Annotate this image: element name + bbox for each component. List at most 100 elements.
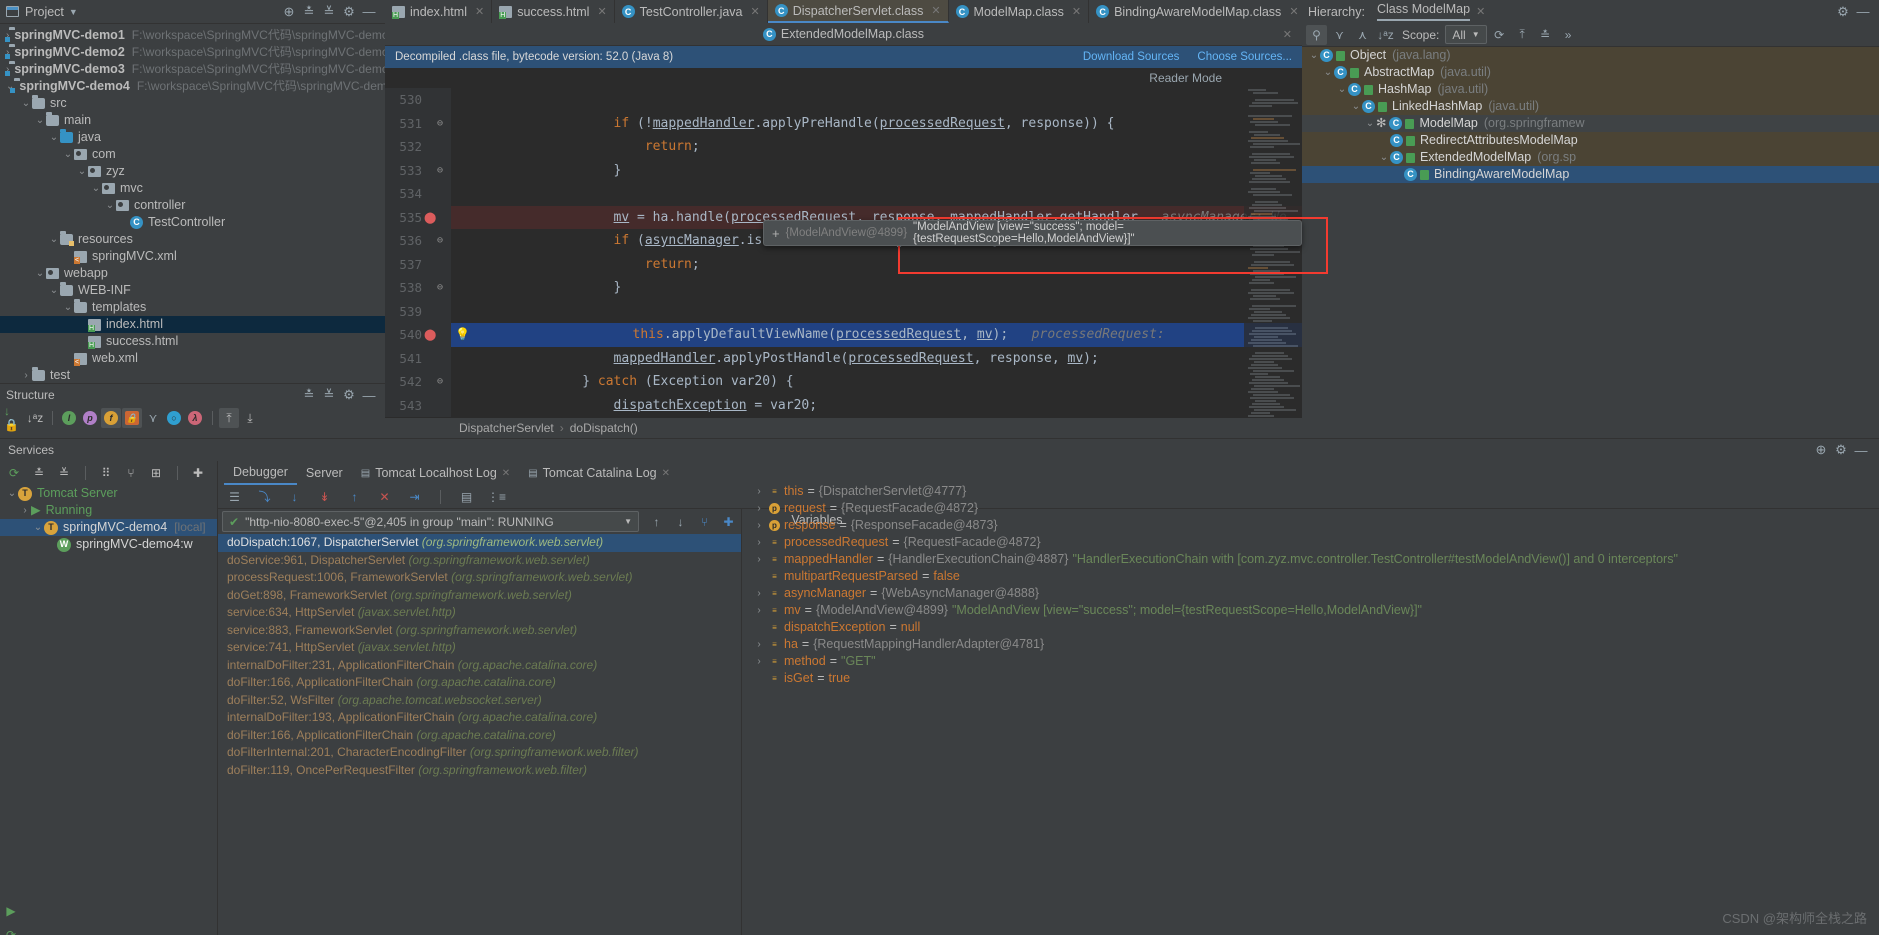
chevron-icon[interactable]: ⌄ — [6, 485, 18, 502]
hide-icon[interactable]: — — [1851, 443, 1871, 458]
show-non-public-icon[interactable]: 🔒 — [122, 408, 142, 428]
hide-icon[interactable]: — — [1853, 4, 1873, 19]
variable-row[interactable]: › ≡ mappedHandler = {HandlerExecutionChain@4… — [743, 551, 1879, 568]
gear-icon[interactable]: ⚙ — [1833, 4, 1853, 20]
reader-mode-label[interactable]: Reader Mode — [1149, 71, 1222, 85]
project-tree-item[interactable]: ⌄ resources — [0, 231, 385, 248]
layout-icon[interactable]: ☰ — [224, 487, 245, 507]
frame-down-icon[interactable]: ↓ — [670, 512, 691, 532]
services-tree-item[interactable]: ⌄ T Tomcat Server — [0, 485, 217, 502]
variables-list[interactable]: › ≡ this = {DispatcherServlet@4777} › p request… — [743, 483, 1879, 687]
variables-view-icon[interactable]: ⋮≡ — [486, 487, 507, 507]
debugger-tab-debugger[interactable]: Debugger — [224, 461, 297, 485]
fold-icon[interactable] — [429, 346, 451, 370]
fold-icon[interactable]: ⊖ — [429, 276, 451, 300]
project-tree-item[interactable]: index.html — [0, 316, 385, 333]
close-icon[interactable]: ✕ — [751, 5, 760, 18]
fold-icon[interactable] — [429, 182, 451, 206]
collapse-all-icon[interactable]: ⤓ — [240, 408, 260, 428]
rerun-icon[interactable]: ▶ — [0, 899, 22, 923]
debugger-tab-bar[interactable]: Debugger Server ▤ Tomcat Localhost Log ✕ ▤ Tom… — [218, 461, 1879, 485]
step-out-icon[interactable]: ↑ — [344, 487, 365, 507]
sort-alphabetically-icon[interactable]: ↓ᵃz — [1375, 25, 1396, 45]
chevron-icon[interactable]: ⌄ — [90, 180, 102, 197]
gear-icon[interactable]: ⚙ — [1831, 442, 1851, 458]
chevron-icon[interactable]: ⌄ — [1336, 81, 1348, 98]
stack-frame-row[interactable]: internalDoFilter:193, ApplicationFilterC… — [218, 709, 741, 727]
expand-icon[interactable]: + — [772, 226, 780, 241]
breadcrumb-class[interactable]: DispatcherServlet — [459, 421, 554, 435]
add-icon[interactable]: ✚ — [188, 463, 208, 483]
chevron-icon[interactable]: ⌄ — [32, 519, 44, 536]
project-tree-item[interactable]: web.xml — [0, 350, 385, 367]
close-icon[interactable]: ✕ — [502, 468, 510, 479]
chevron-icon[interactable]: › — [753, 534, 765, 551]
chevron-icon[interactable]: ⌄ — [62, 146, 74, 163]
stack-frame-row[interactable]: service:741, HttpServlet (javax.servlet.… — [218, 639, 741, 657]
intention-bulb-icon[interactable]: 💡 — [455, 323, 470, 347]
hierarchy-tab-class-modelmap[interactable]: Class ModelMap — [1376, 2, 1471, 21]
frames-list[interactable]: doDispatch:1067, DispatcherServlet (org.… — [218, 534, 741, 779]
show-fields-icon[interactable]: f — [101, 408, 121, 428]
project-panel-title[interactable]: Project — [25, 5, 64, 19]
fold-icon[interactable] — [429, 88, 451, 112]
chevron-icon[interactable]: ⌄ — [34, 265, 46, 282]
project-tree-item[interactable]: C TestController — [0, 214, 385, 231]
gear-icon[interactable]: ⚙ — [339, 4, 359, 20]
project-tree-item[interactable]: ⌄ com — [0, 146, 385, 163]
breakpoint-icon[interactable]: ⬤ — [424, 206, 436, 230]
debugger-tab-tomcat-catalina-log[interactable]: ▤ Tomcat Catalina Log ✕ — [519, 461, 679, 485]
choose-sources-link[interactable]: Choose Sources... — [1197, 51, 1292, 63]
tab-extendedmodelmap-class[interactable]: C ExtendedModelMap.class — [756, 27, 931, 41]
sort-by-visibility-icon[interactable]: ↓🔒 — [4, 404, 24, 432]
chevron-icon[interactable]: › — [19, 502, 31, 519]
chevron-icon[interactable]: › — [20, 367, 32, 384]
collapse-all-icon[interactable]: ≛ — [299, 4, 319, 20]
project-tree-item[interactable]: ⌄ controller — [0, 197, 385, 214]
fold-icon[interactable]: ⊖ — [429, 111, 451, 135]
rerun-failed-icon[interactable]: ⟳ — [0, 923, 22, 935]
chevron-icon[interactable]: › — [753, 551, 765, 568]
evaluate-expression-icon[interactable]: ▤ — [456, 487, 477, 507]
rerun-icon[interactable]: ⟳ — [4, 463, 24, 483]
collapse-all-icon[interactable]: ≛ — [1535, 25, 1556, 45]
chevron-icon[interactable]: ⌄ — [62, 299, 74, 316]
code-line[interactable]: 538 ⊖ } — [385, 276, 1302, 300]
services-tree[interactable]: ⌄ T Tomcat Server › ▶ Running ⌄ TspringMVC-demo… — [0, 485, 218, 935]
step-over-icon[interactable]: ⤵ — [254, 487, 275, 507]
variable-row[interactable]: › ≡ method = "GET" — [743, 653, 1879, 670]
export-icon[interactable]: ⤒ — [1512, 25, 1533, 45]
force-step-into-icon[interactable]: ↡ — [314, 487, 335, 507]
close-icon[interactable]: ✕ — [1476, 5, 1485, 18]
stack-frame-row[interactable]: service:634, HttpServlet (javax.servlet.… — [218, 604, 741, 622]
code-line[interactable]: 533 ⊖ } — [385, 158, 1302, 182]
stack-frame-row[interactable]: doGet:898, FrameworkServlet (org.springf… — [218, 587, 741, 605]
supertypes-hierarchy-icon[interactable]: ⋎ — [1329, 25, 1350, 45]
collapse-all-icon[interactable]: ≚ — [54, 463, 74, 483]
editor-tab-testcontroller-java[interactable]: C TestController.java ✕ — [615, 0, 768, 23]
chevron-icon[interactable]: › — [753, 517, 765, 534]
stack-frame-row[interactable]: doFilter:166, ApplicationFilterChain (or… — [218, 674, 741, 692]
scope-dropdown[interactable]: All ▼ — [1445, 25, 1487, 44]
variable-row[interactable]: ≡ isGet = true — [743, 670, 1879, 687]
editor-tab-index-html[interactable]: index.html ✕ — [385, 0, 493, 23]
stack-frame-row[interactable]: internalDoFilter:231, ApplicationFilterC… — [218, 657, 741, 675]
sort-alphabetically-icon[interactable]: ↓ᵃz — [25, 408, 45, 428]
hierarchy-tree-item[interactable]: C RedirectAttributesModelMap — [1302, 132, 1879, 149]
project-tree-item[interactable]: › test — [0, 367, 385, 384]
fold-icon[interactable]: ⊖ — [429, 229, 451, 253]
project-tree-item[interactable]: ⌄ springMVC-demo4 F:\workspace\SpringMVC代码… — [0, 78, 400, 95]
stack-frame-row[interactable]: processRequest:1006, FrameworkServlet (o… — [218, 569, 741, 587]
variable-row[interactable]: › ≡ this = {DispatcherServlet@4777} — [743, 483, 1879, 500]
stack-frame-row[interactable]: doFilter:166, ApplicationFilterChain (or… — [218, 727, 741, 745]
chevron-icon[interactable]: › — [753, 500, 765, 517]
project-tree-item[interactable]: › springMVC-demo3 F:\workspace\SpringMVC代码… — [0, 61, 395, 78]
code-line[interactable]: 541 mappedHandler.applyPostHandle(proces… — [385, 346, 1302, 370]
fold-icon[interactable] — [429, 393, 451, 417]
subtypes-hierarchy-icon[interactable]: ⋏ — [1352, 25, 1373, 45]
editor-tab-success-html[interactable]: success.html ✕ — [492, 0, 615, 23]
services-tree-item[interactable]: › ▶ Running — [0, 502, 217, 519]
stack-frame-row[interactable]: service:883, FrameworkServlet (org.sprin… — [218, 622, 741, 640]
chevron-icon[interactable]: › — [753, 653, 765, 670]
chevron-down-icon[interactable]: ▼ — [69, 7, 78, 17]
